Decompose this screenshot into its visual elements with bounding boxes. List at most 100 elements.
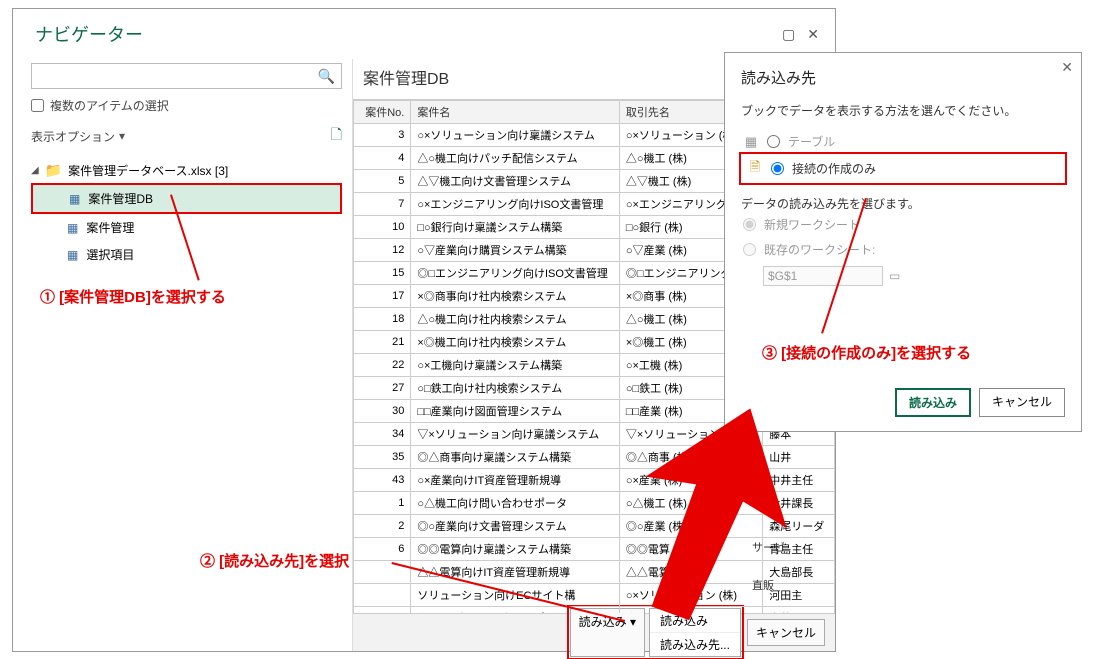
table-cell: 7 — [354, 193, 411, 216]
load-dialog-footer: 読み込み キャンセル — [741, 388, 1065, 417]
tree-item-label: 案件管理DB — [88, 190, 153, 207]
search-row[interactable]: 🔍 — [31, 63, 342, 89]
table-cell: ○×エンジニアリング向けISO文書管理 — [411, 193, 620, 216]
column-header[interactable]: 案件名 — [411, 101, 620, 124]
radio-existing-sheet-row[interactable]: 既存のワークシート: — [741, 237, 1065, 262]
radio-table-row[interactable]: ▦ テーブル — [741, 129, 1065, 154]
cell-ref-input[interactable] — [763, 266, 883, 286]
navigator-tree: ◢ 📁 案件管理データベース.xlsx [3] ▦案件管理DB▦案件管理▦選択項… — [31, 158, 342, 268]
table-cell: 18 — [354, 308, 411, 331]
column-header[interactable]: 案件No. — [354, 101, 411, 124]
display-options-label: 表示オプション — [31, 128, 115, 145]
close-icon[interactable]: ✕ — [1061, 59, 1073, 76]
navigator-footer: 読み込み ▾ 読み込み 読み込み先... キャンセル — [353, 613, 835, 651]
tree-root[interactable]: ◢ 📁 案件管理データベース.xlsx [3] — [31, 158, 342, 183]
range-picker-icon[interactable]: ▭ — [889, 269, 900, 283]
maximize-icon[interactable]: ▢ — [782, 26, 795, 43]
table-cell: ○×工機向け稟議システム構築 — [411, 354, 620, 377]
cell-ref-row: ▭ — [763, 266, 1065, 286]
refresh-icon[interactable]: 🗋 — [331, 124, 342, 148]
table-cell: 中井主任 — [763, 469, 835, 492]
dialog-load-button[interactable]: 読み込み — [895, 388, 971, 417]
radio-connection-only-label: 接続の作成のみ — [792, 160, 876, 177]
menu-item-load-to[interactable]: 読み込み先... — [650, 633, 740, 656]
connection-icon: 🗎 — [747, 161, 763, 177]
table-cell: ◎◎電算向け稟議システム構築 — [411, 538, 620, 561]
search-input[interactable] — [38, 68, 312, 84]
radio-connection-only[interactable] — [771, 162, 784, 175]
table-icon: ▦ — [69, 192, 80, 206]
window-controls: ▢ ✕ — [782, 26, 825, 43]
table-cell: ○△機工 (株) — [619, 492, 762, 515]
tree-item[interactable]: ▦ 案件管理DB — [31, 183, 342, 214]
radio-connection-only-row[interactable]: 🗎 接続の作成のみ — [745, 156, 1061, 181]
table-row[interactable]: 1○△機工向け問い合わせポータ○△機工 (株)大井課長 — [354, 492, 835, 515]
table-cell: 10 — [354, 216, 411, 239]
load-dialog-prompt: ブックでデータを表示する方法を選んでください。 — [741, 102, 1065, 119]
load-split-button[interactable]: 読み込み ▾ — [570, 608, 645, 657]
navigator-window: ナビゲーター ▢ ✕ 🔍 複数のアイテムの選択 表示オプション ▾ 🗋 — [12, 8, 836, 652]
tree-item[interactable]: ▦案件管理 — [31, 214, 342, 241]
multiselect-checkbox[interactable] — [31, 99, 44, 112]
tree-item[interactable]: ▦選択項目 — [31, 241, 342, 268]
table-cell: ○×ソリューション (株) — [619, 584, 762, 607]
table-cell: ◎○産業向け文書管理システム — [411, 515, 620, 538]
table-cell: ◇○電工向け問い合わせポータ — [411, 607, 620, 614]
hint-svc: サービ — [752, 539, 785, 555]
radio-new-sheet[interactable] — [743, 218, 756, 231]
table-cell: 2 — [354, 515, 411, 538]
table-icon: ▦ — [67, 248, 78, 262]
table-cell: ○×産業 (株) — [619, 469, 762, 492]
close-icon[interactable]: ✕ — [807, 26, 819, 43]
table-cell: ○△機工向け問い合わせポータ — [411, 492, 620, 515]
load-to-dialog: ✕ 読み込み先 ブックでデータを表示する方法を選んでください。 ▦ テーブル 🗎… — [724, 52, 1082, 432]
radio-existing-sheet-label: 既存のワークシート: — [764, 241, 875, 258]
table-cell: 3 — [354, 124, 411, 147]
table-cell: 15 — [354, 262, 411, 285]
table-cell: ソリューション向けECサイト構 — [411, 584, 620, 607]
table-cell: 1 — [354, 492, 411, 515]
radio-existing-sheet[interactable] — [743, 243, 756, 256]
load-dialog-title: 読み込み先 — [741, 67, 1065, 88]
table-row[interactable]: 2◎○産業向け文書管理システム◎○産業 (株)森尾リーダ — [354, 515, 835, 538]
chevron-down-icon[interactable]: ▾ — [119, 129, 125, 143]
multiselect-label: 複数のアイテムの選択 — [50, 97, 169, 114]
table-cell: ▽×ソリューション向け稟議システム — [411, 423, 620, 446]
dest-prompt: データの読み込み先を選びます。 — [741, 195, 1065, 212]
table-cell: ○▽産業向け購買システム構築 — [411, 239, 620, 262]
table-row[interactable]: 35◎△商事向け稟議システム構築◎△商事 (株)山井 — [354, 446, 835, 469]
table-cell: ◎◎電算 (株) — [619, 538, 762, 561]
table-cell: ◎□エンジニアリング向けISO文書管理 — [411, 262, 620, 285]
search-icon[interactable]: 🔍 — [318, 68, 335, 85]
table-cell: 南井 — [763, 607, 835, 614]
table-cell: △▽機工向け文書管理システム — [411, 170, 620, 193]
table-cell: 27 — [354, 377, 411, 400]
folder-icon: 📁 — [45, 162, 62, 179]
table-row[interactable]: 43○×産業向けIT資産管理新規導○×産業 (株)中井主任 — [354, 469, 835, 492]
table-cell: 43 — [354, 469, 411, 492]
table-cell: ×◎商事向け社内検索システム — [411, 285, 620, 308]
radio-new-sheet-row[interactable]: 新規ワークシート — [741, 212, 1065, 237]
tree-item-label: 案件管理 — [86, 219, 134, 236]
table-cell: 山井 — [763, 446, 835, 469]
table-cell: □□産業向け図面管理システム — [411, 400, 620, 423]
radio-table-label: テーブル — [788, 133, 835, 150]
chevron-down-icon: ▾ — [630, 615, 636, 629]
table-icon: ▦ — [743, 134, 759, 150]
tree-expand-icon[interactable]: ◢ — [31, 165, 39, 176]
table-cell: △△電算向けIT資産管理新規導 — [411, 561, 620, 584]
cancel-button[interactable]: キャンセル — [747, 619, 825, 646]
table-row[interactable]: 14◇○電工向け問い合わせポータ◇○電工 (株)南井 — [354, 607, 835, 614]
hint-direct: 直販 — [752, 577, 774, 593]
navigator-title: ナビゲーター — [23, 15, 155, 53]
multiselect-checkbox-row[interactable]: 複数のアイテムの選択 — [31, 97, 342, 114]
table-cell — [354, 584, 411, 607]
display-options-row[interactable]: 表示オプション ▾ 🗋 — [31, 124, 342, 148]
table-cell: △○機工向けパッチ配信システム — [411, 147, 620, 170]
table-cell: 4 — [354, 147, 411, 170]
table-cell: ◇○電工 (株) — [619, 607, 762, 614]
load-split-menu: 読み込み 読み込み先... — [649, 608, 741, 657]
table-cell: 17 — [354, 285, 411, 308]
radio-table[interactable] — [767, 135, 780, 148]
dialog-cancel-button[interactable]: キャンセル — [979, 388, 1065, 417]
